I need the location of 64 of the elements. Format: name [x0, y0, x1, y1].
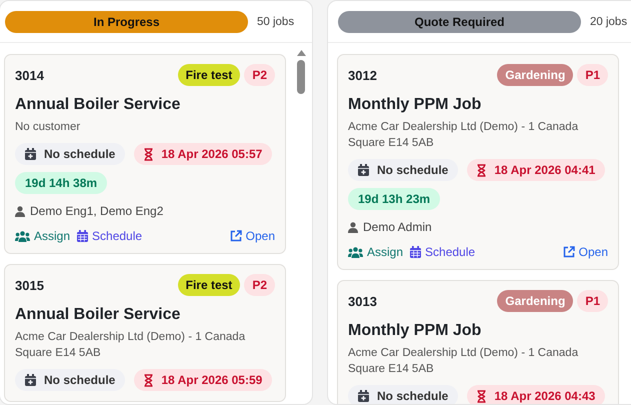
open-link[interactable]: Open — [562, 245, 608, 259]
calendar-icon — [410, 246, 422, 258]
job-id: 3014 — [15, 68, 44, 82]
hourglass-icon — [477, 164, 486, 176]
assignee-names: Demo Admin — [363, 220, 432, 234]
schedule-status: No schedule — [15, 369, 126, 391]
customer-text: Acme Car Dealership Ltd (Demo) - 1 Canada Square E14 5AB — [15, 330, 246, 361]
people-icon — [15, 230, 30, 242]
schedule-status: No schedule — [348, 159, 458, 181]
category-tag: Fire test — [178, 64, 240, 86]
customer-text: No customer — [15, 120, 82, 135]
priority-tag: P2 — [244, 274, 275, 296]
priority-tag: P1 — [577, 290, 608, 312]
job-card[interactable]: 3013 Gardening P1 Monthly PPM Job Acme Car Dealership Ltd (Demo) - 1 Canada Square E14 5AB No schedule 18 Apr 2026 04:43 — [337, 280, 619, 404]
hourglass-icon — [144, 374, 154, 386]
assign-link[interactable]: Assign — [348, 245, 404, 259]
job-title: Monthly PPM Job — [348, 96, 482, 114]
scroll-up-arrow-icon[interactable] — [296, 50, 306, 56]
deadline-date: 18 Apr 2026 05:59 — [134, 369, 272, 391]
job-id: 3013 — [348, 294, 377, 308]
job-card[interactable]: 3014 Fire test P2 Annual Boiler Service No customer No schedule 18 Apr 2026 05:57 19d 14h 38m Demo Eng1, Demo Eng2 Assign Schedule Open — [4, 54, 286, 254]
person-icon — [15, 206, 25, 216]
job-title: Monthly PPM Job — [348, 322, 482, 340]
scrollbar-thumb[interactable] — [297, 60, 305, 94]
calendar-plus-icon — [358, 164, 369, 176]
calendar-plus-icon — [25, 374, 36, 386]
calendar-icon — [77, 230, 88, 242]
hourglass-icon — [144, 148, 154, 160]
people-icon — [348, 246, 363, 258]
person-icon — [348, 222, 358, 232]
priority-tag: P2 — [244, 64, 275, 86]
deadline-date: 18 Apr 2026 05:57 — [134, 143, 272, 165]
customer-text: Acme Car Dealership Ltd (Demo) - 1 Canada Square E14 5AB — [348, 120, 580, 151]
deadline-date: 18 Apr 2026 04:41 — [467, 159, 606, 181]
status-label: In Progress — [5, 11, 248, 33]
external-link-icon — [562, 246, 575, 258]
deadline-date: 18 Apr 2026 04:43 — [467, 385, 606, 404]
category-tag: Fire test — [178, 274, 240, 296]
assign-link[interactable]: Assign — [15, 229, 70, 243]
time-remaining: 19d 13h 23m — [348, 188, 440, 210]
job-card[interactable]: 3012 Gardening P1 Monthly PPM Job Acme Car Dealership Ltd (Demo) - 1 Canada Square E14 5AB No schedule 18 Apr 2026 04:41 19d 13h 23m Demo Admin Assign Schedule Open — [337, 54, 619, 270]
job-card[interactable]: 3015 Fire test P2 Annual Boiler Service Acme Car Dealership Ltd (Demo) - 1 Canada Square E14 5AB No schedule 18 Apr 2026 05:59 — [4, 264, 286, 402]
customer-text: Acme Car Dealership Ltd (Demo) - 1 Canada Square E14 5AB — [348, 346, 580, 377]
job-title: Annual Boiler Service — [15, 306, 182, 324]
schedule-link[interactable]: Schedule — [410, 245, 476, 259]
open-link[interactable]: Open — [230, 229, 275, 243]
schedule-status: No schedule — [348, 385, 458, 404]
time-remaining: 19d 14h 38m — [15, 172, 108, 194]
calendar-plus-icon — [25, 148, 36, 160]
external-link-icon — [230, 230, 242, 242]
status-label: Quote Required — [338, 11, 581, 33]
schedule-link[interactable]: Schedule — [77, 229, 142, 243]
job-id: 3015 — [15, 278, 44, 292]
hourglass-icon — [477, 390, 486, 402]
priority-tag: P1 — [577, 64, 608, 86]
calendar-plus-icon — [358, 390, 369, 402]
assignee-names: Demo Eng1, Demo Eng2 — [30, 204, 164, 218]
job-count: 50 jobs — [257, 16, 294, 28]
job-title: Annual Boiler Service — [15, 96, 182, 114]
category-tag: Gardening — [497, 64, 574, 86]
category-tag: Gardening — [497, 290, 574, 312]
schedule-status: No schedule — [15, 143, 126, 165]
job-id: 3012 — [348, 68, 377, 82]
job-count: 20 jobs — [590, 16, 628, 28]
